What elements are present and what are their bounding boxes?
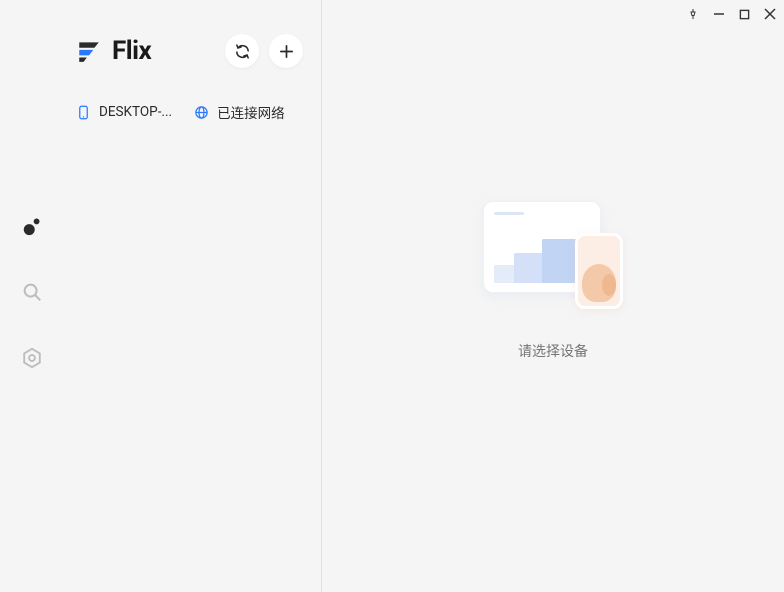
network-status[interactable]: 已连接网络: [194, 102, 285, 122]
minimize-button[interactable]: [713, 8, 725, 20]
phone-icon: [76, 105, 91, 120]
refresh-button[interactable]: [225, 34, 259, 68]
nav-devices[interactable]: [21, 215, 43, 237]
maximize-button[interactable]: [739, 9, 750, 20]
brand-name: Flix: [112, 36, 151, 66]
empty-illustration: [483, 201, 623, 311]
device-item[interactable]: DESKTOP-...: [76, 104, 172, 120]
empty-state: 请选择设备: [483, 201, 623, 361]
gear-icon: [21, 347, 43, 369]
globe-icon: [194, 105, 209, 120]
add-button[interactable]: [269, 34, 303, 68]
pin-button[interactable]: [687, 8, 699, 20]
app-container: Flix: [0, 0, 784, 592]
maximize-icon: [739, 9, 750, 20]
bubbles-icon: [21, 215, 43, 237]
pin-icon: [687, 8, 699, 20]
brand-logo-icon: [76, 38, 102, 64]
nav-search[interactable]: [21, 281, 43, 303]
status-row: DESKTOP-... 已连接网络: [76, 102, 303, 122]
plus-icon: [278, 43, 295, 60]
nav-settings[interactable]: [21, 347, 43, 369]
device-name: DESKTOP-...: [99, 104, 172, 120]
search-icon: [21, 281, 43, 303]
minimize-icon: [713, 8, 725, 20]
illustration-phone-icon: [575, 233, 623, 309]
network-status-label: 已连接网络: [217, 102, 285, 122]
nav-sidebar: [0, 0, 64, 592]
refresh-icon: [234, 43, 251, 60]
close-icon: [764, 8, 776, 20]
header-actions: [225, 34, 303, 68]
close-button[interactable]: [764, 8, 776, 20]
empty-state-message: 请选择设备: [518, 341, 588, 361]
window-controls: [687, 8, 776, 20]
header-row: Flix: [76, 34, 303, 68]
main-panel: 请选择设备: [322, 0, 784, 592]
brand: Flix: [76, 36, 151, 66]
left-panel: Flix: [64, 0, 322, 592]
